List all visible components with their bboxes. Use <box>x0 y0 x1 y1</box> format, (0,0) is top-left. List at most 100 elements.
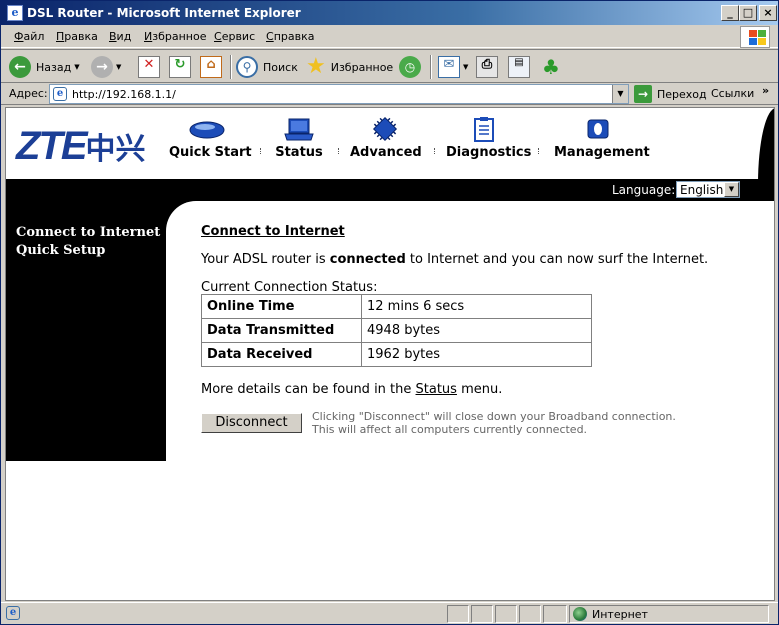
row-key: Data Received <box>201 342 362 367</box>
go-button[interactable]: → Переход <box>634 85 707 103</box>
nav-advanced-label: Advanced <box>350 145 422 160</box>
history-icon: ◷ <box>399 56 421 78</box>
note-line-2: This will affect all computers currently… <box>312 423 588 436</box>
row-key: Data Transmitted <box>201 318 362 343</box>
maximize-button[interactable]: □ <box>739 5 757 21</box>
home-icon: ⌂ <box>200 56 222 78</box>
menu-help[interactable]: Справка <box>266 30 314 43</box>
refresh-button[interactable]: ↻ <box>169 54 191 80</box>
nav-status[interactable]: Status <box>274 116 324 160</box>
nav-management[interactable]: Management <box>554 116 650 160</box>
details-suffix: menu. <box>456 382 503 397</box>
tools-icon <box>587 119 609 139</box>
favorites-button[interactable]: ★ Избранное <box>306 54 393 80</box>
zte-logo: ZTE中兴 <box>16 124 146 168</box>
go-label: Переход <box>657 87 707 101</box>
row-value: 4948 bytes <box>361 318 592 343</box>
menu-view[interactable]: Вид <box>109 30 131 43</box>
address-input[interactable]: e http://192.168.1.1/ ▼ <box>49 84 629 104</box>
nav-divider <box>434 148 436 154</box>
brand-name: ZTE <box>16 124 88 168</box>
router-header: ZTE中兴 Quick Start Status Advanced Diagno… <box>6 108 774 184</box>
toolbar: ← Назад ▼ → ▼ ✕ ↻ ⌂ ⚲ Поиск ★ Избранное … <box>1 49 778 83</box>
sidebar-item-quick-setup[interactable]: Quick Setup <box>16 243 105 258</box>
close-button[interactable]: × <box>759 5 777 21</box>
forward-arrow-icon: → <box>91 56 113 78</box>
address-bar: Адрес: e http://192.168.1.1/ ▼ → Переход… <box>1 83 778 105</box>
nav-quick-start[interactable]: Quick Start <box>169 116 252 160</box>
go-arrow-icon: → <box>634 85 652 103</box>
status-cell <box>519 605 541 623</box>
stop-icon: ✕ <box>138 56 160 78</box>
language-label: Language: <box>612 183 676 197</box>
nav-quick-start-label: Quick Start <box>169 145 252 160</box>
disconnect-button[interactable]: Disconnect <box>201 413 302 433</box>
connection-message: Your ADSL router is connected to Interne… <box>201 252 708 267</box>
status-table: Online Time 12 mins 6 secs Data Transmit… <box>201 294 592 367</box>
security-zone[interactable]: Интернет <box>569 605 769 623</box>
forward-button[interactable]: → ▼ <box>91 54 121 80</box>
mail-button[interactable]: ✉ ▼ <box>438 54 468 80</box>
chevron-down-icon[interactable]: ▼ <box>724 182 739 197</box>
message-status: connected <box>329 252 406 267</box>
table-row: Data Transmitted 4948 bytes <box>201 318 592 343</box>
menu-file[interactable]: Файл <box>14 30 44 43</box>
search-label: Поиск <box>263 60 298 74</box>
window-title: DSL Router - Microsoft Internet Explorer <box>27 6 301 20</box>
edit-button[interactable]: ▤ <box>508 54 530 80</box>
address-url[interactable]: http://192.168.1.1/ <box>72 88 176 101</box>
history-button[interactable]: ◷ <box>399 54 421 80</box>
message-suffix: to Internet and you can now surf the Int… <box>405 252 709 267</box>
nav-divider <box>338 148 340 154</box>
language-select[interactable]: English ▼ <box>676 181 740 198</box>
row-value: 1962 bytes <box>361 342 592 367</box>
table-row: Data Received 1962 bytes <box>201 342 592 367</box>
title-bar[interactable]: e DSL Router - Microsoft Internet Explor… <box>1 1 778 25</box>
mail-dropdown-icon[interactable]: ▼ <box>463 63 468 71</box>
chevron-right-icon[interactable]: » <box>762 84 769 97</box>
nav-diagnostics-label: Diagnostics <box>446 145 532 160</box>
page-status-icon: e <box>6 606 20 620</box>
minimize-button[interactable]: _ <box>721 5 739 21</box>
mail-icon: ✉ <box>438 56 460 78</box>
favorites-label: Избранное <box>330 60 394 74</box>
nav-advanced[interactable]: Advanced <box>350 116 422 160</box>
home-button[interactable]: ⌂ <box>200 54 222 80</box>
row-key: Online Time <box>201 294 362 319</box>
menu-tools[interactable]: Сервис <box>214 30 255 43</box>
toolbar-separator <box>430 55 432 79</box>
sidebar-item-connect[interactable]: Connect to Internet <box>16 225 160 240</box>
status-link[interactable]: Status <box>416 382 457 397</box>
browser-window: e DSL Router - Microsoft Internet Explor… <box>0 0 779 625</box>
address-dropdown-icon[interactable]: ▼ <box>612 85 628 103</box>
language-value: English <box>680 183 724 197</box>
status-bar: e Интернет <box>1 602 778 624</box>
messenger-button[interactable]: ♣ <box>542 54 560 80</box>
menu-bar: Файл Правка Вид Избранное Сервис Справка <box>1 26 778 48</box>
status-cell <box>495 605 517 623</box>
search-button[interactable]: ⚲ Поиск <box>236 54 298 80</box>
nav-diagnostics[interactable]: Diagnostics <box>446 116 532 160</box>
nav-divider <box>538 148 540 154</box>
menu-favorites[interactable]: Избранное <box>144 30 206 43</box>
page-content: ZTE中兴 Quick Start Status Advanced Diagno… <box>5 107 775 601</box>
details-text: More details can be found in the Status … <box>201 382 502 397</box>
forward-dropdown-icon[interactable]: ▼ <box>116 63 121 71</box>
links-button[interactable]: Ссылки <box>711 87 754 100</box>
status-cell <box>447 605 469 623</box>
back-button[interactable]: ← Назад ▼ <box>9 54 80 80</box>
windows-flag-icon <box>740 26 770 48</box>
language-bar: Language: English ▼ <box>6 179 774 201</box>
back-dropdown-icon[interactable]: ▼ <box>74 63 79 71</box>
brand-cn: 中兴 <box>85 132 146 167</box>
print-button[interactable]: ⎙ <box>476 54 498 80</box>
stop-button[interactable]: ✕ <box>138 54 160 80</box>
laptop-icon <box>284 118 314 141</box>
toolbar-separator <box>230 55 232 79</box>
table-caption: Current Connection Status: <box>201 280 378 295</box>
nav-divider <box>260 148 262 154</box>
details-prefix: More details can be found in the <box>201 382 416 397</box>
clipboard-icon <box>474 117 494 142</box>
menu-edit[interactable]: Правка <box>56 30 98 43</box>
messenger-icon: ♣ <box>542 55 560 79</box>
